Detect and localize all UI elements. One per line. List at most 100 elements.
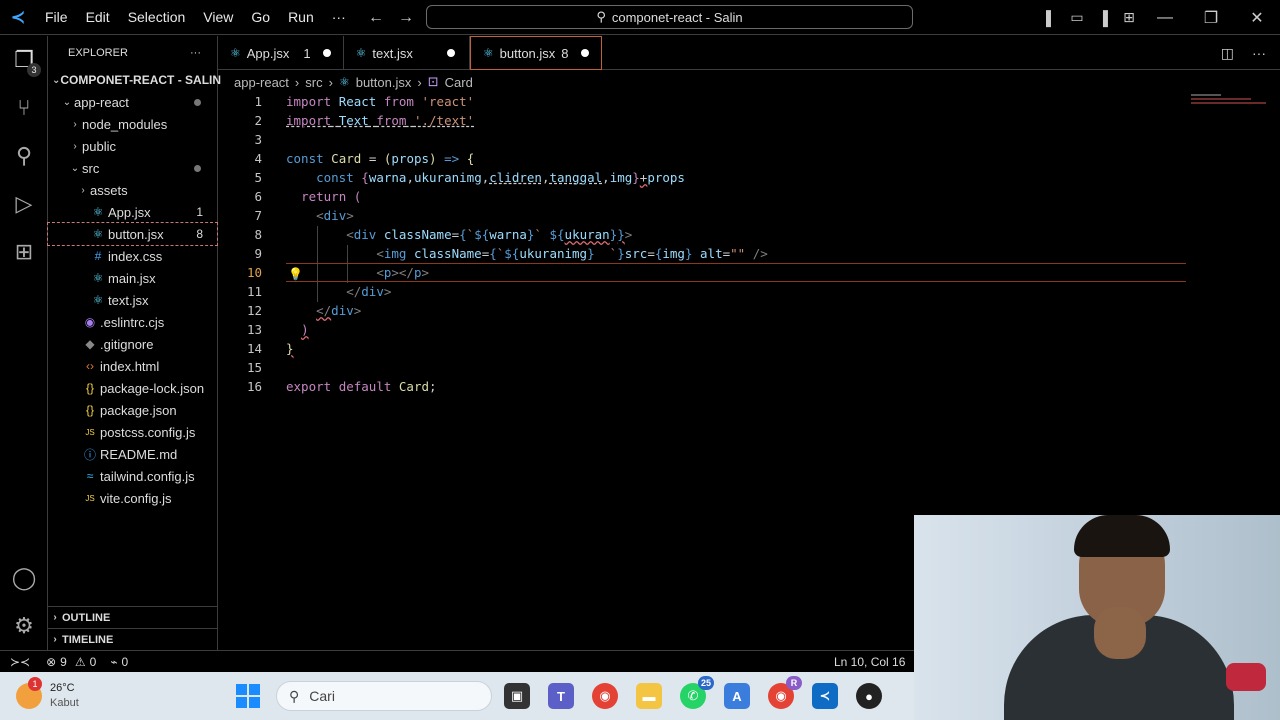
run-debug-icon[interactable]: ▷ [0, 180, 48, 228]
ports-count[interactable]: 0 [122, 655, 129, 669]
tree-item[interactable]: ‹› index.html [48, 355, 217, 377]
toggle-secondary-sidebar-icon[interactable]: ▐ [1090, 10, 1116, 26]
command-center[interactable]: ⚲ componet-react - Salin [426, 5, 913, 29]
cursor-position[interactable]: Ln 10, Col 16 [834, 655, 905, 669]
toggle-panel-icon[interactable]: ▭ [1064, 9, 1090, 26]
menu-selection[interactable]: Selection [119, 0, 195, 35]
code-line: 1 import React from 'react' [254, 94, 475, 109]
tree-item[interactable]: # index.css [48, 245, 217, 267]
explorer-sidebar: EXPLORER ··· ⌄ COMPONET-REACT - SALIN ⌄ a… [47, 36, 221, 650]
tree-item[interactable]: ◆ .gitignore [48, 333, 217, 355]
toggle-sidebar-icon[interactable]: ▌ [1038, 10, 1064, 26]
webcam-person-hair [1074, 515, 1170, 557]
tree-item[interactable]: ⚛ button.jsx 8 [47, 222, 218, 246]
chrome-profile-icon[interactable]: ◉ R [768, 676, 802, 709]
breadcrumb-item[interactable]: src [305, 75, 322, 90]
explorer-icon[interactable]: ❐ 3 [0, 36, 48, 84]
tree-item-label: .gitignore [100, 336, 154, 352]
tree-item[interactable]: {} package-lock.json [48, 377, 217, 399]
unsaved-dot-icon[interactable] [580, 49, 589, 57]
tree-item[interactable]: ⚛ App.jsx 1 [48, 201, 217, 223]
translator-icon[interactable]: A [724, 683, 750, 709]
menu-file[interactable]: File [36, 0, 77, 35]
chrome-icon[interactable]: ◉ [592, 683, 618, 709]
close-button[interactable]: ✕ [1234, 8, 1280, 28]
breadcrumb-item[interactable]: Card [445, 75, 473, 90]
breadcrumb-item[interactable]: app-react [234, 75, 289, 90]
unsaved-dot-icon[interactable] [446, 49, 455, 57]
tree-item[interactable]: ≈ tailwind.config.js [48, 465, 217, 487]
timeline-label: TIMELINE [62, 633, 114, 646]
tree-item[interactable]: ⌄ src [48, 157, 217, 179]
task-view-icon[interactable]: ▣ [504, 683, 530, 709]
extensions-icon[interactable]: ⊞ [0, 228, 48, 276]
menu-view[interactable]: View [194, 0, 242, 35]
activity-bar: ❐ 3 ⑂ ⚲ ▷ ⊞ ◯ ⚙ [0, 36, 48, 650]
menu-run[interactable]: Run [279, 0, 323, 35]
timeline-section[interactable]: › TIMELINE [48, 628, 218, 650]
restore-button[interactable]: ❐ [1188, 8, 1234, 28]
tree-item[interactable]: JS vite.config.js [48, 487, 217, 509]
tree-item[interactable]: ⓘ README.md [48, 443, 217, 465]
more-actions-icon[interactable]: ··· [1252, 45, 1266, 61]
error-count[interactable]: 9 [60, 655, 67, 669]
forward-arrow-icon[interactable]: → [398, 0, 414, 35]
tree-item-label: vite.config.js [100, 490, 172, 506]
weather-widget[interactable]: 1 26°C Kabut [16, 677, 79, 711]
source-control-icon[interactable]: ⑂ [0, 84, 48, 132]
json-file-icon: {} [85, 403, 94, 417]
unsaved-dot-icon[interactable] [322, 49, 331, 57]
teams-icon[interactable]: T [548, 683, 574, 709]
tree-item[interactable]: ⚛ text.jsx [48, 289, 217, 311]
minimap[interactable] [1191, 94, 1266, 114]
minimize-button[interactable]: — [1142, 9, 1188, 27]
tab-text-jsx[interactable]: ⚛ text.jsx [344, 36, 470, 70]
webcam-overlay [914, 515, 1280, 720]
react-icon: ⚛ [355, 46, 367, 60]
tree-item[interactable]: ⚛ main.jsx [48, 267, 217, 289]
remote-icon[interactable]: ≻≺ [10, 655, 30, 669]
taskbar-search[interactable]: ⚲ Cari [276, 681, 492, 711]
tab-app-jsx[interactable]: ⚛ App.jsx 1 [218, 36, 344, 70]
chevron-right-icon: › [328, 74, 333, 90]
outline-section[interactable]: › OUTLINE [48, 606, 218, 628]
code-line: 3 [254, 132, 262, 147]
menu-more[interactable]: ··· [323, 0, 355, 35]
accounts-icon[interactable]: ◯ [0, 554, 48, 602]
file-explorer-icon[interactable]: ▬ [636, 683, 662, 709]
error-icon[interactable]: ⊗ [46, 655, 56, 669]
tree-item[interactable]: JS postcss.config.js [48, 421, 217, 443]
customize-layout-icon[interactable]: ⊞ [1116, 9, 1142, 26]
tree-item[interactable]: ◉ .eslintrc.cjs [48, 311, 217, 333]
chevron-right-icon: › [81, 184, 85, 196]
search-icon[interactable]: ⚲ [0, 132, 48, 180]
menu-edit[interactable]: Edit [77, 0, 119, 35]
tree-item[interactable]: › assets [48, 179, 217, 201]
back-arrow-icon[interactable]: ← [368, 0, 384, 35]
breadcrumb-item[interactable]: button.jsx [356, 75, 412, 90]
modified-dot-icon [194, 164, 201, 172]
vscode-taskbar-icon[interactable]: ≺ [812, 683, 838, 709]
warning-count[interactable]: 0 [90, 655, 97, 669]
js-file-icon: JS [85, 493, 95, 503]
react-icon: ⚛ [92, 205, 104, 219]
code-line: 15 [246, 360, 262, 375]
whatsapp-badge: 25 [698, 676, 714, 690]
menu-go[interactable]: Go [242, 0, 279, 35]
code-line: 2 import Text from './text' [254, 113, 475, 128]
explorer-more-button[interactable]: ··· [190, 47, 201, 59]
tree-item[interactable]: ⌄ app-react [48, 91, 217, 113]
whatsapp-icon[interactable]: ✆ 25 [680, 676, 714, 709]
tab-button-jsx[interactable]: ⚛ button.jsx 8 [469, 36, 602, 70]
tree-item[interactable]: {} package.json [48, 399, 217, 421]
windows-start-icon[interactable] [236, 684, 260, 708]
tree-item[interactable]: › public [48, 135, 217, 157]
split-editor-icon[interactable]: ◫ [1221, 45, 1234, 62]
settings-gear-icon[interactable]: ⚙ [0, 602, 48, 650]
ports-icon[interactable]: ⌁ [110, 655, 117, 669]
warning-icon[interactable]: ⚠ [75, 655, 86, 669]
obs-icon[interactable]: ● [856, 683, 882, 709]
tree-item[interactable]: › node_modules [48, 113, 217, 135]
project-root[interactable]: ⌄ COMPONET-REACT - SALIN [48, 69, 221, 91]
react-icon: ⚛ [92, 227, 104, 241]
